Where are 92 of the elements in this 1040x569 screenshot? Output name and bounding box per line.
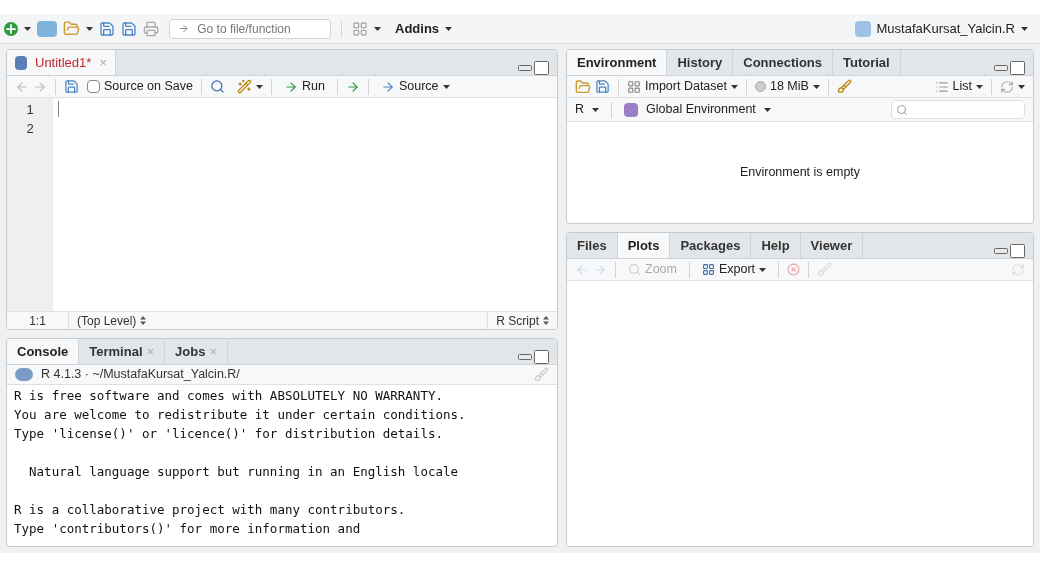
tab-label: Connections	[743, 53, 822, 72]
search-icon	[896, 103, 908, 116]
layout-grid-icon[interactable]	[352, 20, 368, 37]
save-icon[interactable]	[595, 79, 610, 94]
maximize-icon[interactable]	[534, 350, 549, 364]
tab-label: Untitled1*	[35, 53, 92, 72]
tab-label: Files	[577, 236, 607, 255]
save-all-icon[interactable]	[121, 20, 137, 37]
import-dataset-button[interactable]: Import Dataset	[627, 77, 738, 96]
caret-icon	[255, 84, 263, 89]
caret-icon	[374, 26, 381, 31]
open-folder-icon[interactable]	[575, 78, 591, 95]
sort-arrows-icon	[140, 316, 147, 325]
view-mode-menu[interactable]: List	[934, 77, 983, 96]
remove-plot-icon[interactable]	[787, 263, 801, 276]
magnifier-icon	[628, 263, 641, 276]
tab-label: Plots	[627, 236, 660, 255]
wand-icon[interactable]	[236, 79, 252, 94]
goto-field[interactable]: Go to file/function	[169, 18, 331, 39]
caret-icon	[445, 26, 453, 31]
cursor-position: 1:1	[7, 311, 69, 329]
console-line: Type 'contributors()' for more information and	[14, 520, 361, 538]
file-type-menu[interactable]: R Script	[487, 311, 557, 329]
addins-menu[interactable]: Addins	[395, 18, 453, 39]
arrow-icon	[380, 79, 395, 94]
caret-icon	[763, 107, 771, 112]
environment-menu[interactable]: Global Environment	[624, 100, 771, 119]
goto-input[interactable]: Go to file/function	[197, 19, 322, 38]
caret-icon	[731, 84, 738, 89]
console-line: R is free software and comes with ABSOLUTELY NO WARRANTY.	[14, 387, 443, 405]
maximize-icon[interactable]	[1010, 244, 1025, 258]
pane-tab[interactable]: Plots	[617, 233, 671, 258]
print-icon[interactable]	[143, 20, 159, 37]
language-menu[interactable]: R	[575, 100, 600, 119]
minimize-icon[interactable]	[518, 354, 532, 360]
goto-arrow-icon	[178, 22, 190, 35]
open-folder-icon[interactable]	[63, 20, 80, 37]
caret-icon	[1021, 26, 1028, 31]
save-icon[interactable]	[64, 79, 79, 94]
caret-icon	[86, 26, 93, 31]
empty-message: Environment is empty	[739, 164, 861, 182]
tab-label: Help	[761, 236, 790, 255]
pane-tab[interactable]: Environment	[567, 50, 668, 75]
line-number: 2	[26, 120, 34, 138]
source-button[interactable]: Source	[376, 77, 454, 96]
tab-label: Tutorial	[843, 53, 890, 72]
new-file-icon[interactable]	[4, 21, 18, 36]
search-icon[interactable]	[209, 79, 225, 94]
broom-icon[interactable]	[836, 79, 852, 94]
forward-icon[interactable]	[33, 79, 47, 94]
tab-label: Packages	[680, 236, 741, 255]
console-line: Type 'license()' or 'licence()' for distribution details.	[14, 425, 443, 443]
caret-icon	[976, 84, 983, 89]
sort-arrows-icon	[543, 316, 549, 325]
save-icon[interactable]	[99, 20, 115, 37]
project-menu[interactable]: MustafaKursat_Yalcin.R	[854, 18, 1028, 39]
tab-label: Terminal	[89, 342, 143, 361]
minimize-icon[interactable]	[994, 65, 1008, 71]
back-icon[interactable]	[15, 79, 29, 94]
rerun-icon[interactable]	[345, 79, 360, 94]
caret-icon	[812, 84, 820, 89]
arrow-icon	[283, 79, 298, 94]
console-header: R 4.1.3 · ~/MustafaKursat_Yalcin.R/	[41, 366, 240, 384]
caret-icon	[1018, 84, 1025, 89]
editor-tab[interactable]: Untitled1* ×	[7, 50, 116, 75]
minimize-icon[interactable]	[518, 65, 532, 71]
console-line: Natural language support but running in an English locale	[28, 463, 458, 481]
tab-label: Environment	[577, 53, 657, 72]
line-number: 1	[26, 101, 34, 119]
run-button[interactable]: Run	[279, 77, 329, 96]
maximize-icon[interactable]	[1010, 61, 1025, 75]
console-line: You are welcome to redistribute it under certain conditions.	[14, 406, 466, 424]
tab-label: Jobs	[175, 342, 206, 361]
maximize-icon[interactable]	[534, 61, 549, 75]
checkbox[interactable]	[87, 80, 100, 93]
caret-icon	[442, 84, 450, 89]
search-field[interactable]	[891, 100, 1025, 119]
caret-icon	[24, 26, 31, 31]
table-icon	[627, 79, 641, 94]
tab-label: Viewer	[810, 236, 853, 255]
tab-label: Console	[17, 342, 69, 361]
minimize-icon[interactable]	[994, 248, 1008, 254]
scope-menu[interactable]: (Top Level)	[69, 311, 155, 329]
caret-icon	[592, 107, 600, 112]
list-icon	[934, 79, 949, 94]
export-button[interactable]: Export	[697, 260, 771, 279]
tab-label: History	[677, 53, 723, 72]
caret-icon	[759, 267, 767, 272]
pane-tab[interactable]: Console	[7, 339, 80, 364]
memory-usage-button[interactable]: 18 MiB	[755, 77, 820, 96]
console-line: R is a collaborative project with many contributors.	[14, 501, 406, 519]
source-on-save-checkbox[interactable]: Source on Save	[87, 77, 193, 96]
